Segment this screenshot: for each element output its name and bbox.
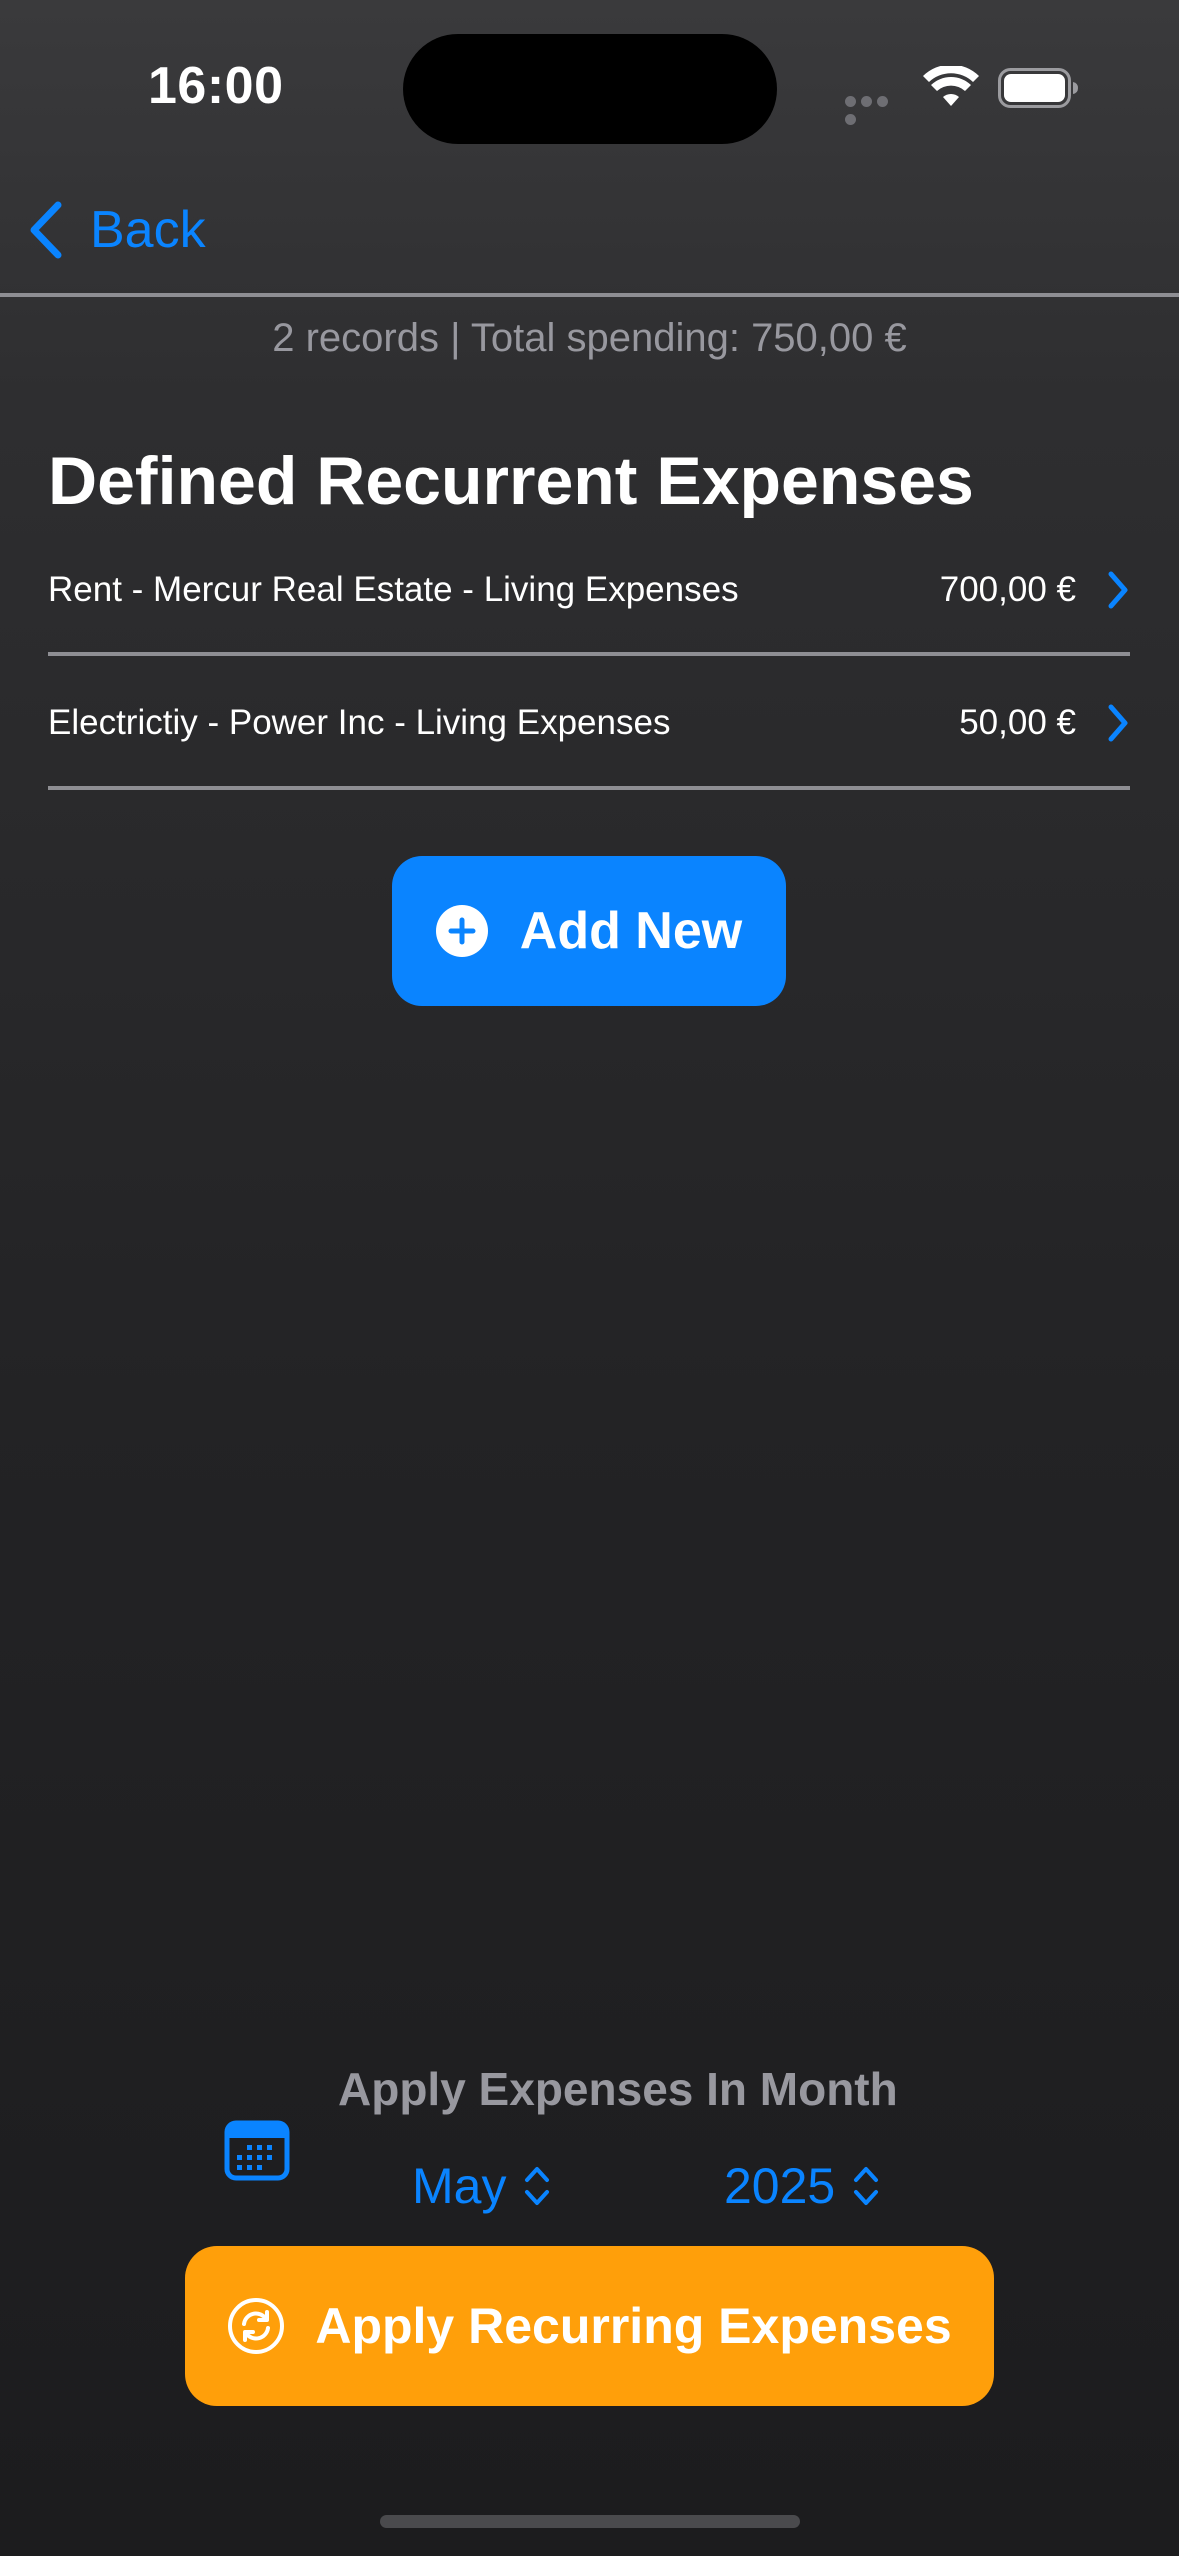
dynamic-island xyxy=(403,34,777,144)
month-picker[interactable]: May xyxy=(412,2146,552,2226)
wifi-icon xyxy=(923,66,979,106)
chevron-right-icon xyxy=(1108,704,1128,742)
chevron-left-icon xyxy=(30,201,62,259)
calendar-icon xyxy=(224,2120,290,2181)
nav-divider xyxy=(0,293,1179,297)
battery-icon xyxy=(998,68,1078,108)
page-title: Defined Recurrent Expenses xyxy=(48,443,974,519)
chevron-up-down-icon xyxy=(854,2167,879,2205)
year-picker[interactable]: 2025 xyxy=(724,2146,881,2226)
chevron-right-icon xyxy=(1108,571,1128,609)
expense-label: Electrictiy - Power Inc - Living Expense… xyxy=(48,703,671,742)
back-button[interactable]: Back xyxy=(24,190,206,270)
expense-row-electricity[interactable]: Electrictiy - Power Inc - Living Expense… xyxy=(48,661,1130,785)
expense-amount: 700,00 € xyxy=(939,570,1076,609)
row-divider xyxy=(48,786,1130,790)
expense-row-rent[interactable]: Rent - Mercur Real Estate - Living Expen… xyxy=(48,528,1130,652)
plus-circle-icon xyxy=(435,905,488,957)
expense-amount: 50,00 € xyxy=(959,703,1076,742)
back-label: Back xyxy=(90,201,206,259)
apply-recurring-expenses-button[interactable]: Apply Recurring Expenses xyxy=(185,2246,994,2406)
cellular-dots-icon xyxy=(845,94,907,125)
month-picker-value: May xyxy=(412,2158,507,2214)
chevron-up-down-icon xyxy=(525,2167,550,2205)
row-divider xyxy=(48,652,1130,656)
apply-month-title: Apply Expenses In Month xyxy=(338,2063,898,2115)
year-picker-value: 2025 xyxy=(724,2158,836,2214)
apply-recurring-expenses-label: Apply Recurring Expenses xyxy=(315,2298,952,2354)
refresh-circle-icon xyxy=(228,2298,285,2354)
add-new-button[interactable]: Add New xyxy=(392,856,786,1006)
status-time: 16:00 xyxy=(148,57,284,115)
expense-label: Rent - Mercur Real Estate - Living Expen… xyxy=(48,570,739,609)
records-summary: 2 records | Total spending: 750,00 € xyxy=(272,316,907,360)
home-indicator xyxy=(380,2515,800,2528)
add-new-label: Add New xyxy=(519,902,743,960)
